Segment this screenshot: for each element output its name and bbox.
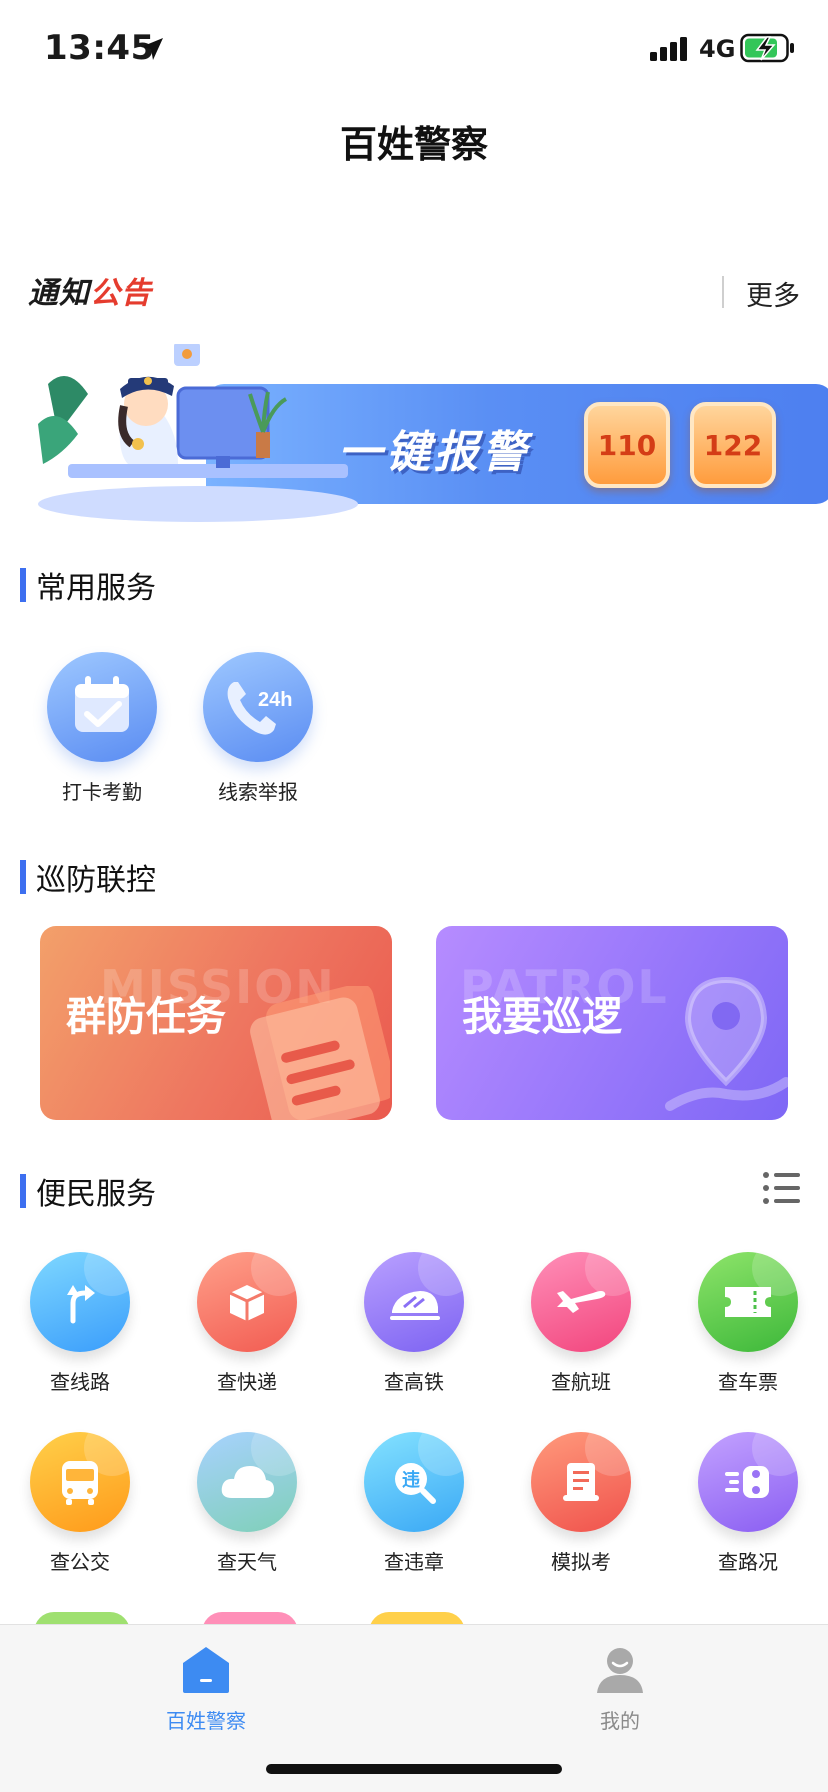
package-icon — [197, 1252, 297, 1352]
user-icon — [597, 1648, 643, 1693]
grid-label: 查路况 — [718, 1550, 778, 1574]
tab-home[interactable]: 百姓警察 — [106, 1645, 306, 1734]
section-title: 巡防联控 — [36, 863, 156, 898]
grid-label: 查违章 — [384, 1550, 444, 1574]
bus-icon — [30, 1432, 130, 1532]
document-icon — [250, 986, 390, 1120]
alarm-banner[interactable]: 一键报警 110 122 — [28, 344, 828, 524]
airplane-icon — [531, 1252, 631, 1352]
home-indicator — [266, 1764, 562, 1774]
grid-label: 查公交 — [50, 1550, 110, 1574]
tab-mine[interactable]: 我的 — [520, 1645, 720, 1734]
ticket-icon — [698, 1252, 798, 1352]
train-icon — [364, 1252, 464, 1352]
common-services-header: 常用服务 — [20, 563, 156, 607]
notice-logo[interactable]: 通知公告 — [28, 268, 152, 312]
grid-item-weather[interactable]: 查天气 — [177, 1432, 317, 1575]
grid-label: 查线路 — [50, 1370, 110, 1394]
grid-item-traffic[interactable]: 查路况 — [678, 1432, 818, 1575]
card-title: 我要巡逻 — [462, 994, 622, 1040]
call-110-button[interactable]: 110 — [584, 402, 670, 488]
service-label: 打卡考勤 — [62, 780, 142, 804]
grid-label: 模拟考 — [551, 1550, 611, 1574]
location-arrow-icon — [141, 38, 163, 60]
card-title: 群防任务 — [66, 994, 226, 1040]
more-link[interactable]: 更多 — [746, 274, 800, 313]
grid-item-violation[interactable]: 违 查违章 — [344, 1432, 484, 1575]
phone-24h-icon: 24h — [203, 652, 313, 762]
tab-label: 百姓警察 — [166, 1709, 246, 1733]
traffic-light-icon — [698, 1432, 798, 1532]
grid-label: 查高铁 — [384, 1370, 444, 1394]
call-122-button[interactable]: 122 — [690, 402, 776, 488]
network-label: 4G — [699, 35, 736, 63]
section-accent-bar — [20, 860, 26, 894]
service-item-attendance[interactable]: 打卡考勤 — [32, 652, 172, 805]
more-divider — [722, 276, 724, 308]
mission-card[interactable]: MISSION 群防任务 — [40, 926, 392, 1120]
grid-item-route[interactable]: 查线路 — [10, 1252, 150, 1395]
section-title: 便民服务 — [36, 1177, 156, 1212]
grid-item-exam[interactable]: 模拟考 — [511, 1432, 651, 1575]
grid-item-express[interactable]: 查快递 — [177, 1252, 317, 1395]
tab-label: 我的 — [600, 1709, 640, 1733]
service-item-report[interactable]: 24h 线索举报 — [188, 652, 328, 805]
section-title: 常用服务 — [36, 571, 156, 606]
police-officer-illustration — [38, 344, 358, 522]
patrol-card[interactable]: PATROL 我要巡逻 — [436, 926, 788, 1120]
signal-icon — [650, 37, 687, 61]
notice-logo-part1: 通知 — [28, 276, 90, 311]
route-arrow-icon — [30, 1252, 130, 1352]
list-view-icon[interactable] — [762, 1170, 800, 1206]
battery-charging-icon — [740, 33, 794, 63]
cloud-icon — [197, 1432, 297, 1532]
violation-icon: 违 — [364, 1432, 464, 1532]
grid-label: 查快递 — [217, 1370, 277, 1394]
section-accent-bar — [20, 568, 26, 602]
grid-label: 查车票 — [718, 1370, 778, 1394]
grid-label: 查天气 — [217, 1550, 277, 1574]
svg-text:违: 违 — [402, 1469, 420, 1491]
section-accent-bar — [20, 1174, 26, 1208]
map-pin-icon — [665, 976, 788, 1111]
exam-scroll-icon — [531, 1432, 631, 1532]
status-bar: 13:45 4G — [0, 0, 828, 96]
home-icon — [183, 1647, 229, 1693]
notice-logo-part2: 公告 — [90, 276, 152, 311]
grid-item-flight[interactable]: 查航班 — [511, 1252, 651, 1395]
grid-item-ticket[interactable]: 查车票 — [678, 1252, 818, 1395]
grid-label: 查航班 — [551, 1370, 611, 1394]
grid-item-bus[interactable]: 查公交 — [10, 1432, 150, 1575]
patrol-header: 巡防联控 — [20, 855, 156, 899]
convenience-header: 便民服务 — [20, 1169, 156, 1213]
service-label: 线索举报 — [218, 780, 298, 804]
svg-text:24h: 24h — [258, 689, 292, 711]
calendar-check-icon — [47, 652, 157, 762]
banner-text: 一键报警 — [338, 427, 530, 478]
page-title: 百姓警察 — [340, 123, 488, 166]
grid-item-train[interactable]: 查高铁 — [344, 1252, 484, 1395]
